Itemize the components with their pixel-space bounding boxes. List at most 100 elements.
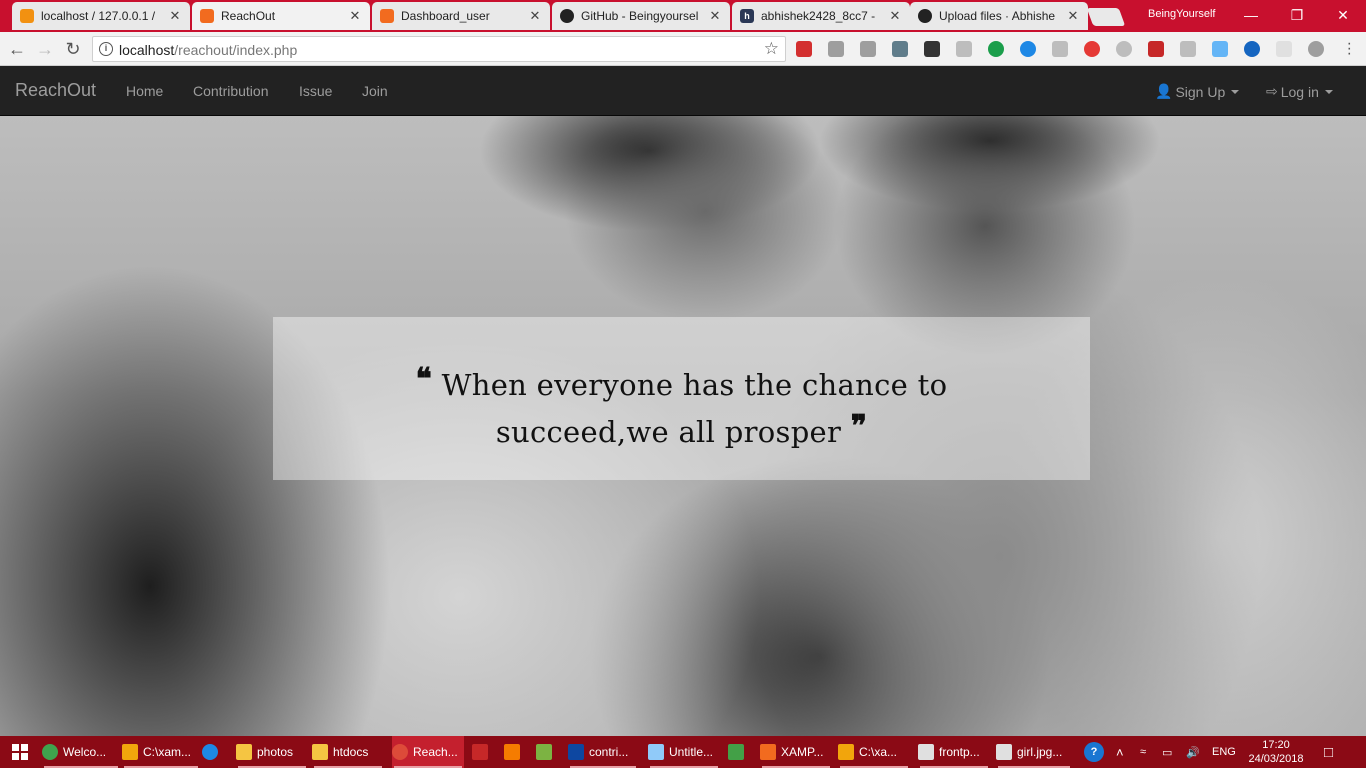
clock-time: 17:20 bbox=[1262, 739, 1290, 751]
taskbar-item[interactable]: frontp... bbox=[918, 736, 990, 768]
address-bar[interactable]: i localhost/reachout/index.php ☆ bbox=[92, 36, 786, 62]
vlc-icon bbox=[504, 744, 520, 760]
github-icon bbox=[918, 9, 932, 23]
nav-join[interactable]: Join bbox=[362, 83, 388, 99]
profile-name[interactable]: BeingYourself bbox=[1148, 8, 1215, 20]
folder-icon bbox=[312, 744, 328, 760]
tab-reachout[interactable]: ReachOut ✕ bbox=[192, 2, 370, 30]
extension-icon[interactable] bbox=[796, 41, 812, 57]
taskbar-item[interactable]: photos bbox=[236, 736, 308, 768]
opera-icon[interactable] bbox=[1084, 41, 1100, 57]
forward-icon[interactable]: → bbox=[34, 38, 56, 60]
signup-dropdown[interactable]: 👤 Sign Up bbox=[1155, 83, 1240, 100]
extension-icon[interactable] bbox=[924, 41, 940, 57]
info-icon[interactable]: i bbox=[99, 42, 113, 56]
taskbar-item[interactable]: htdocs bbox=[312, 736, 384, 768]
close-icon[interactable]: ✕ bbox=[168, 8, 182, 24]
sublime-icon bbox=[122, 744, 138, 760]
taskbar-item[interactable]: XAMP... bbox=[760, 736, 832, 768]
extension-icon[interactable] bbox=[1276, 41, 1292, 57]
xampp-icon bbox=[380, 9, 394, 23]
user-icon: 👤 bbox=[1155, 83, 1173, 99]
notifications-icon[interactable]: □ bbox=[1324, 736, 1333, 768]
ie-icon bbox=[202, 744, 218, 760]
taskbar-item[interactable] bbox=[472, 736, 502, 768]
extension-icon[interactable] bbox=[1116, 41, 1132, 57]
chevron-up-icon[interactable]: ˄ bbox=[1116, 736, 1124, 768]
nav-issue[interactable]: Issue bbox=[299, 83, 332, 99]
extension-icon[interactable] bbox=[828, 41, 844, 57]
start-button[interactable] bbox=[0, 736, 40, 768]
bookmark-star-icon[interactable]: ☆ bbox=[764, 39, 779, 59]
image-icon bbox=[918, 744, 934, 760]
quote-line-1: When everyone has the chance to bbox=[441, 368, 948, 402]
taskbar-item[interactable]: Reach... bbox=[392, 736, 464, 768]
close-icon[interactable]: ✕ bbox=[528, 8, 542, 24]
language-indicator[interactable]: ENG bbox=[1212, 736, 1236, 768]
taskbar-item[interactable]: C:\xa... bbox=[838, 736, 910, 768]
extension-icon[interactable] bbox=[1020, 41, 1036, 57]
tab-title: ReachOut bbox=[221, 9, 276, 23]
close-icon[interactable]: ✕ bbox=[348, 8, 362, 24]
taskbar-item[interactable] bbox=[728, 736, 756, 768]
taskbar-item[interactable] bbox=[504, 736, 534, 768]
extension-icon[interactable] bbox=[1244, 41, 1260, 57]
minimize-icon[interactable]: — bbox=[1228, 0, 1274, 30]
extension-icon[interactable] bbox=[988, 41, 1004, 57]
taskbar-item[interactable]: Untitle... bbox=[648, 736, 720, 768]
nav-contribution[interactable]: Contribution bbox=[193, 83, 269, 99]
checkmark-icon[interactable] bbox=[1052, 41, 1068, 57]
hackerearth-icon: h bbox=[740, 9, 754, 23]
github-icon bbox=[560, 9, 574, 23]
taskbar-item[interactable]: contri... bbox=[568, 736, 638, 768]
wifi-icon[interactable]: ≈ bbox=[1140, 736, 1146, 768]
login-icon: ⇨ bbox=[1266, 83, 1278, 99]
login-dropdown[interactable]: ⇨ Log in bbox=[1266, 83, 1333, 100]
tab-dashboard-user[interactable]: Dashboard_user ✕ bbox=[372, 2, 550, 30]
reload-icon[interactable]: ↻ bbox=[62, 38, 84, 60]
close-icon[interactable]: ✕ bbox=[888, 8, 902, 24]
taskbar-item[interactable] bbox=[536, 736, 566, 768]
tab-upload-files[interactable]: Upload files · Abhishe ✕ bbox=[910, 2, 1088, 30]
eyedropper-icon[interactable] bbox=[892, 41, 908, 57]
brand-link[interactable]: ReachOut bbox=[15, 80, 96, 101]
back-icon[interactable]: ← bbox=[6, 38, 28, 60]
tab-title: GitHub - Beingyoursel bbox=[581, 9, 699, 23]
caret-down-icon bbox=[1324, 89, 1333, 94]
clock-date: 24/03/2018 bbox=[1248, 753, 1304, 765]
hero-quote: ❝ When everyone has the chance to succee… bbox=[273, 359, 1090, 453]
more-menu-icon[interactable]: · · · bbox=[1347, 36, 1352, 62]
battery-icon[interactable]: ▭ bbox=[1162, 736, 1172, 768]
help-icon[interactable]: ? bbox=[1084, 736, 1104, 768]
nav-home[interactable]: Home bbox=[126, 83, 163, 99]
signup-label: Sign Up bbox=[1175, 83, 1226, 100]
tab-github[interactable]: GitHub - Beingyoursel ✕ bbox=[552, 2, 730, 30]
tab-hackerearth[interactable]: h abhishek2428_8cc7 - ✕ bbox=[732, 2, 910, 30]
site-navbar: ReachOut Home Contribution Issue Join 👤 … bbox=[0, 66, 1366, 116]
taskbar-item[interactable]: C:\xam... bbox=[122, 736, 200, 768]
notepad-icon bbox=[648, 744, 664, 760]
extension-icon[interactable] bbox=[956, 41, 972, 57]
browser-toolbar: ← → ↻ i localhost/reachout/index.php ☆ ·… bbox=[0, 32, 1366, 66]
taskbar-item[interactable]: girl.jpg... bbox=[996, 736, 1072, 768]
extension-icon[interactable] bbox=[1148, 41, 1164, 57]
volume-icon[interactable]: 🔊 bbox=[1186, 736, 1200, 768]
open-quote-icon: ❝ bbox=[415, 362, 433, 397]
folder-icon bbox=[236, 744, 252, 760]
taskbar-item[interactable] bbox=[202, 736, 234, 768]
taskbar-item[interactable]: Welco... bbox=[42, 736, 120, 768]
restore-icon[interactable]: ❐ bbox=[1274, 0, 1320, 30]
extension-icon[interactable] bbox=[1212, 41, 1228, 57]
url-text: localhost/reachout/index.php bbox=[119, 42, 298, 58]
clock[interactable]: 17:20 24/03/2018 bbox=[1246, 738, 1306, 766]
tab-phpmyadmin[interactable]: localhost / 127.0.0.1 / ✕ bbox=[12, 2, 190, 30]
extension-icon[interactable] bbox=[1308, 41, 1324, 57]
close-window-icon[interactable]: ✕ bbox=[1320, 0, 1366, 30]
new-tab-button[interactable] bbox=[1086, 8, 1126, 26]
close-icon[interactable]: ✕ bbox=[708, 8, 722, 24]
browser-tab-strip: localhost / 127.0.0.1 / ✕ ReachOut ✕ Das… bbox=[0, 0, 1366, 32]
extension-icon[interactable] bbox=[1180, 41, 1196, 57]
hero-banner-image: ❝ When everyone has the chance to succee… bbox=[0, 116, 1366, 736]
close-icon[interactable]: ✕ bbox=[1066, 8, 1080, 24]
extension-icon[interactable] bbox=[860, 41, 876, 57]
